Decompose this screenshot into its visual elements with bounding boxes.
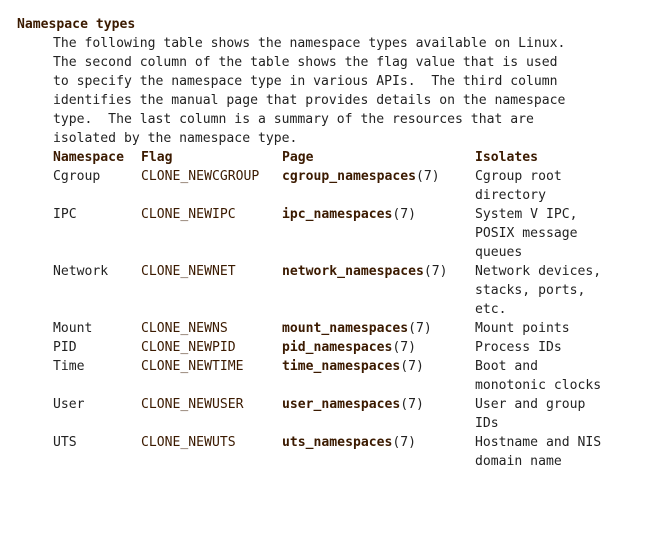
table-row: User CLONE_NEWUSER user_namespaces(7) User … [51,395,617,433]
table-row: IPC CLONE_NEWIPC ipc_namespaces(7) System V… [51,205,617,262]
man-page-link[interactable]: mount_namespaces(7) [282,321,432,336]
man-page-section: (7) [392,435,417,450]
man-page-link[interactable]: time_namespaces(7) [282,359,424,374]
man-page-section: (7) [416,169,440,184]
cell-namespace: Cgroup [53,169,101,184]
cell-flag: CLONE_NEWUSER [141,397,244,412]
man-page-link[interactable]: network_namespaces(7) [282,264,448,279]
man-page-name: time_namespaces [282,359,401,374]
cell-namespace: Mount [53,321,93,336]
man-page-section: (7) [400,397,424,412]
man-page-name: cgroup_namespaces [282,169,417,184]
man-page-link[interactable]: ipc_namespaces(7) [282,207,416,222]
section-heading: Namespace types [17,17,136,32]
cell-page: network_namespaces(7) [280,262,473,319]
paragraph-line: isolated by the namespace type. [53,131,298,146]
header-page: Page [282,150,314,165]
cell-page: time_namespaces(7) [280,357,473,395]
man-page-link[interactable]: uts_namespaces(7) [282,435,416,450]
man-page-section: (7) [400,359,424,374]
cell-isolates: Boot and monotonic clocks [475,359,602,393]
cell-namespace: UTS [53,435,77,450]
cell-page: uts_namespaces(7) [280,433,473,471]
cell-page: mount_namespaces(7) [280,319,473,338]
cell-isolates: Hostname and NIS domain name [475,435,602,469]
man-page-name: ipc_namespaces [282,207,393,222]
paragraph-line: to specify the namespace type in various… [53,74,558,89]
man-page-name: mount_namespaces [282,321,409,336]
cell-isolates: User and group IDs [475,397,586,431]
cell-isolates: Network devices, stacks, ports, etc. [475,264,602,317]
man-page-link[interactable]: pid_namespaces(7) [282,340,416,355]
table-row: Time CLONE_NEWTIME time_namespaces(7) Boot … [51,357,617,395]
table-row: UTS CLONE_NEWUTS uts_namespaces(7) Hostname… [51,433,617,471]
cell-flag: CLONE_NEWCGROUP [141,169,260,184]
man-page-name: user_namespaces [282,397,401,412]
paragraph-line: identifies the manual page that provides… [53,93,566,108]
table-row: Cgroup CLONE_NEWCGROUP cgroup_namespaces(7… [51,167,617,205]
man-page-link[interactable]: cgroup_namespaces(7) [282,169,440,184]
table-row: Mount CLONE_NEWNS mount_namespaces(7) Mount… [51,319,617,338]
cell-isolates: System V IPC, POSIX message queues [475,207,578,260]
cell-flag: CLONE_NEWUTS [141,435,236,450]
paragraph-line: The following table shows the namespace … [53,36,566,51]
table-row: Network CLONE_NEWNET network_namespaces(7)… [51,262,617,319]
cell-namespace: Time [53,359,85,374]
cell-isolates: Mount points [475,321,570,336]
cell-page: pid_namespaces(7) [280,338,473,357]
man-page-section: (7) [408,321,432,336]
man-page-section: (7) [392,340,417,355]
cell-namespace: IPC [53,207,77,222]
man-page-link[interactable]: user_namespaces(7) [282,397,424,412]
paragraph-line: type. The last column is a summary of th… [53,112,534,127]
cell-isolates: Cgroup root directory [475,169,562,203]
table-row: PID CLONE_NEWPID pid_namespaces(7) Process … [51,338,617,357]
cell-namespace: Network [53,264,109,279]
cell-namespace: User [53,397,85,412]
man-page-name: network_namespaces [282,264,424,279]
man-page-section: (7) [392,207,417,222]
cell-flag: CLONE_NEWNS [141,321,228,336]
cell-flag: CLONE_NEWIPC [141,207,236,222]
cell-namespace: PID [53,340,77,355]
cell-flag: CLONE_NEWNET [141,264,236,279]
paragraph-line: The second column of the table shows the… [53,55,558,70]
cell-page: user_namespaces(7) [280,395,473,433]
cell-flag: CLONE_NEWTIME [141,359,244,374]
cell-flag: CLONE_NEWPID [141,340,236,355]
cell-isolates: Process IDs [475,340,562,355]
man-page-section: (7) [423,264,448,279]
header-namespace: Namespace [53,150,124,165]
header-flag: Flag [141,150,173,165]
man-page-name: pid_namespaces [282,340,393,355]
table-body: Cgroup CLONE_NEWCGROUP cgroup_namespaces(7… [51,167,617,471]
table-header-row: Namespace Flag Page Isolates [51,148,617,167]
man-page-name: uts_namespaces [282,435,393,450]
man-page: Namespace types The following table show… [0,0,655,471]
header-isolates: Isolates [475,150,539,165]
cell-page: cgroup_namespaces(7) [280,167,473,205]
intro-paragraph: The following table shows the namespace … [53,34,655,148]
namespace-types-table: Namespace Flag Page Isolates Cgroup CLONE… [51,148,617,471]
cell-page: ipc_namespaces(7) [280,205,473,262]
